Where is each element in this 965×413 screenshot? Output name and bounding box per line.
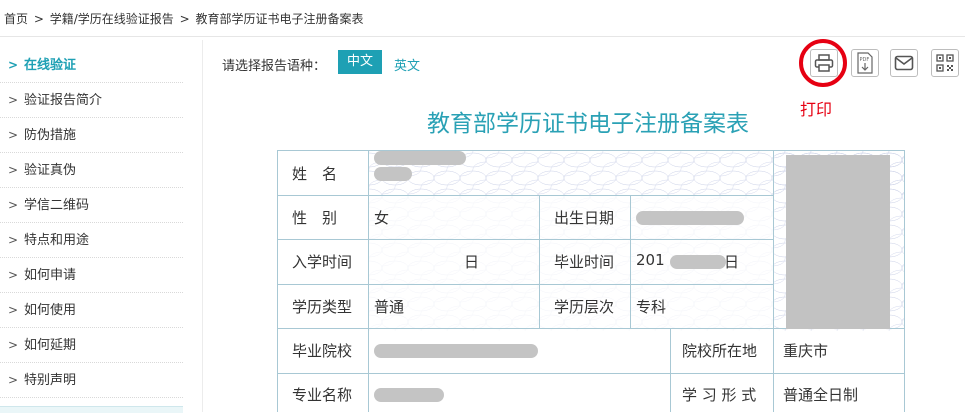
chevron-right-icon: >	[8, 58, 19, 72]
sidebar-item-statement[interactable]: > 特别声明	[0, 363, 183, 398]
table-rule	[278, 239, 773, 240]
content-divider	[202, 40, 203, 412]
sidebar-item-anti-counterfeit[interactable]: > 防伪措施	[0, 118, 183, 153]
breadcrumb-separator: >	[33, 12, 44, 26]
sidebar-item-how-to-apply[interactable]: > 如何申请	[0, 258, 183, 293]
enroll-date-label: 入学时间	[292, 253, 353, 271]
sidebar-nav: > 在线验证 > 验证报告简介 > 防伪措施 > 验证真伪 > 学信二维码 > 特点和用途 …	[0, 48, 183, 398]
sidebar-item-how-to-use[interactable]: > 如何使用	[0, 293, 183, 328]
chevron-right-icon: >	[8, 198, 19, 212]
sidebar-item-label: 特别声明	[24, 373, 77, 388]
sidebar-item-label: 特点和用途	[24, 233, 90, 248]
pdf-label: PDF	[860, 57, 870, 63]
edu-type-label: 学历类型	[292, 298, 353, 316]
table-rule	[539, 195, 540, 329]
breadcrumb-home[interactable]: 首页	[4, 12, 28, 26]
grad-date-value-start: 201	[636, 251, 665, 269]
sidebar-item-label: 如何延期	[24, 338, 77, 353]
gender-value: 女	[374, 209, 390, 227]
chevron-right-icon: >	[8, 163, 19, 177]
birth-date-redaction	[636, 211, 744, 225]
table-rule	[368, 151, 369, 412]
sidebar-item-label: 如何使用	[24, 303, 77, 318]
gender-label: 性 别	[292, 209, 338, 227]
sidebar-item-qrcode[interactable]: > 学信二维码	[0, 188, 183, 223]
sidebar-item-label: 验证报告简介	[24, 93, 103, 108]
language-english-link[interactable]: 英文	[394, 55, 420, 74]
chevron-right-icon: >	[8, 128, 19, 142]
chevron-right-icon: >	[8, 268, 19, 282]
study-form-value: 普通全日制	[783, 386, 859, 404]
school-location-value: 重庆市	[783, 342, 829, 360]
chevron-right-icon: >	[8, 338, 19, 352]
sidebar-item-report-intro[interactable]: > 验证报告简介	[0, 83, 183, 118]
sidebar-item-label: 验证真伪	[24, 163, 77, 178]
photo-redaction	[786, 155, 890, 329]
table-rule	[278, 195, 773, 196]
major-label: 专业名称	[292, 386, 353, 404]
school-label: 毕业院校	[292, 342, 353, 360]
sidebar-item-how-to-extend[interactable]: > 如何延期	[0, 328, 183, 363]
school-location-label: 院校所在地	[682, 342, 758, 360]
breadcrumb: 首页 > 学籍/学历在线验证报告 > 教育部学历证书电子注册备案表	[4, 10, 366, 27]
sidebar-item-label: 如何申请	[24, 268, 77, 283]
registration-table: 姓 名 性 别 女 出生日期 入学时间 日 毕业时间 201 日 学历类型 普通…	[277, 150, 905, 412]
name-label: 姓 名	[292, 165, 338, 183]
sidebar-item-features[interactable]: > 特点和用途	[0, 223, 183, 258]
table-rule	[773, 151, 774, 412]
language-label: 请选择报告语种：	[222, 59, 327, 74]
name-redaction	[374, 167, 412, 181]
edu-level-label: 学历层次	[554, 298, 615, 316]
breadcrumb-separator: >	[179, 12, 190, 26]
sidebar-item-online-verify[interactable]: > 在线验证	[0, 48, 183, 83]
header-divider	[0, 36, 965, 37]
document-title: 教育部学历证书电子注册备案表	[427, 111, 749, 137]
qrcode-icon	[936, 54, 954, 72]
sidebar-item-verify-authenticity[interactable]: > 验证真伪	[0, 153, 183, 188]
language-chinese-button[interactable]: 中文	[338, 50, 382, 74]
breadcrumb-section[interactable]: 学籍/学历在线验证报告	[50, 12, 174, 26]
print-highlight-circle	[799, 39, 847, 87]
enroll-date-redaction	[374, 151, 466, 165]
sidebar-item-label: 防伪措施	[24, 128, 77, 143]
major-redaction	[374, 388, 444, 402]
breadcrumb-current: 教育部学历证书电子注册备案表	[195, 12, 364, 26]
table-rule	[278, 373, 904, 374]
birth-date-label: 出生日期	[554, 209, 615, 227]
chevron-right-icon: >	[8, 373, 19, 387]
edu-level-value: 专科	[636, 298, 667, 316]
chevron-right-icon: >	[8, 93, 19, 107]
edu-type-value: 普通	[374, 298, 405, 316]
print-annotation-label: 打印	[800, 100, 833, 119]
email-button[interactable]	[890, 49, 918, 77]
chevron-right-icon: >	[8, 303, 19, 317]
chevron-right-icon: >	[8, 233, 19, 247]
table-rule	[670, 329, 671, 412]
table-rule	[630, 195, 631, 329]
grad-date-label: 毕业时间	[554, 253, 615, 271]
study-form-label: 学 习 形 式	[682, 386, 757, 404]
enroll-date-value-end: 日	[464, 253, 480, 271]
grad-date-redaction	[670, 255, 726, 269]
table-rule	[278, 284, 773, 285]
school-redaction	[374, 344, 538, 358]
pdf-download-button[interactable]: PDF	[851, 49, 879, 77]
qrcode-button[interactable]	[931, 49, 959, 77]
email-icon	[894, 55, 914, 71]
sidebar-item-label: 学信二维码	[24, 198, 90, 213]
pdf-download-icon: PDF	[857, 52, 873, 74]
sidebar-item-label: 在线验证	[24, 58, 77, 73]
grad-date-value-end: 日	[724, 253, 740, 271]
